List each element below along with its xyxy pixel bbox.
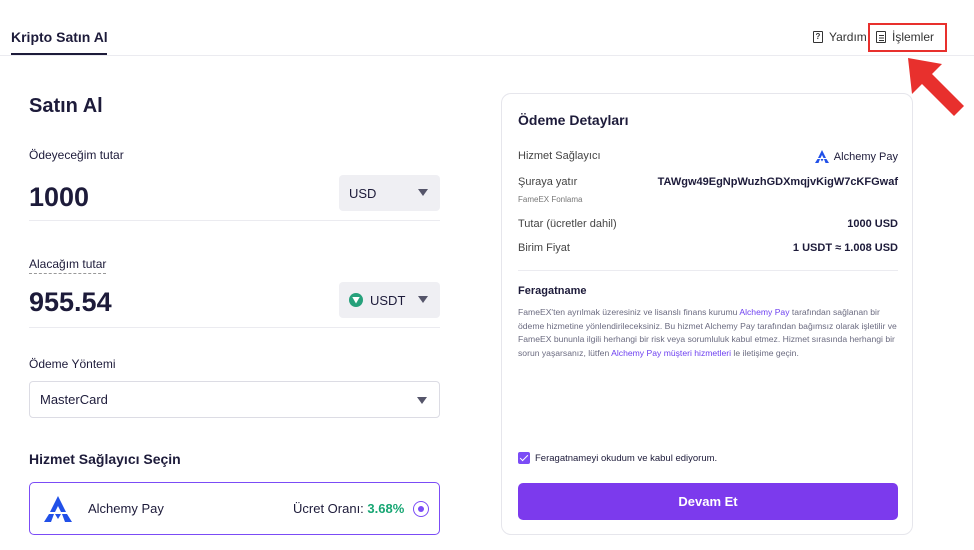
unit-price-value: 1 USDT ≈ 1.008 USD xyxy=(792,242,898,254)
disclaimer-text: FameEX'ten ayrılmak üzeresiniz ve lisans… xyxy=(518,306,900,360)
amount-label: Tutar (ücretler dahil) xyxy=(518,218,617,230)
usdt-icon xyxy=(349,293,363,307)
receive-amount-label: Alacağım tutar xyxy=(29,257,107,274)
payment-method-value: MasterCard xyxy=(40,392,108,407)
fee-value: 3.68% xyxy=(367,501,405,516)
pay-amount-input[interactable]: 1000 xyxy=(29,182,89,213)
active-tab-underline xyxy=(11,53,107,55)
receive-currency-value: USDT xyxy=(370,292,406,308)
customer-service-link[interactable]: Alchemy Pay müşteri hizmetleri xyxy=(611,348,731,358)
provider-name: Alchemy Pay xyxy=(88,501,164,516)
provider-option[interactable]: Alchemy Pay Ücret Oranı: 3.68% xyxy=(29,482,440,535)
provider-label: Hizmet Sağlayıcı xyxy=(518,150,601,162)
provider-value-text: Alchemy Pay xyxy=(833,150,898,163)
agree-checkbox[interactable] xyxy=(518,452,530,464)
help-link[interactable]: ? Yardım xyxy=(813,30,867,44)
deposit-label: Şuraya yatır xyxy=(518,176,578,188)
deposit-address[interactable]: TAWgw49EgNpWuzhGDXmqjvKigW7cKFGwaf xyxy=(658,176,898,188)
unit-price-label: Birim Fiyat xyxy=(518,242,570,254)
receive-amount-value: 955.54 xyxy=(29,287,112,317)
payment-method-label: Ödeme Yöntemi xyxy=(29,357,116,371)
provider-radio[interactable] xyxy=(413,501,429,517)
pay-amount-label: Ödeyeceğim tutar xyxy=(29,148,124,162)
chevron-down-icon xyxy=(417,397,427,404)
payment-details-panel: Ödeme Detayları Hizmet Sağlayıcı Alchemy… xyxy=(501,93,913,535)
continue-button[interactable]: Devam Et xyxy=(518,483,898,520)
top-tab-bar: Kripto Satın Al ? Yardım İşlemler xyxy=(0,0,974,56)
fee-label: Ücret Oranı: xyxy=(293,501,364,516)
divider xyxy=(29,220,440,221)
alchemy-pay-link[interactable]: Alchemy Pay xyxy=(739,307,789,317)
buy-title: Satın Al xyxy=(29,95,103,117)
disclaimer-part3: le iletişime geçin. xyxy=(731,347,799,358)
divider xyxy=(29,327,440,328)
help-icon: ? xyxy=(813,31,823,43)
provider-heading: Hizmet Sağlayıcı Seçin xyxy=(29,451,181,467)
provider-value: Alchemy Pay xyxy=(814,150,898,163)
alchemy-pay-logo-icon xyxy=(814,150,829,163)
deposit-sublabel: FameEX Fonlama xyxy=(518,195,583,204)
highlight-box xyxy=(868,23,947,52)
disclaimer-title: Feragatname xyxy=(518,285,587,297)
disclaimer-part1: FameEX'ten ayrılmak üzeresiniz ve lisans… xyxy=(518,307,740,317)
tab-buy-crypto[interactable]: Kripto Satın Al xyxy=(11,29,108,45)
chevron-down-icon xyxy=(418,189,428,196)
divider xyxy=(518,270,898,271)
chevron-down-icon xyxy=(418,296,428,303)
pay-currency-select[interactable]: USD xyxy=(339,175,440,211)
agree-row[interactable]: Feragatnameyi okudum ve kabul ediyorum. xyxy=(518,452,717,464)
pay-currency-value: USD xyxy=(349,185,377,201)
help-label: Yardım xyxy=(829,30,867,44)
fee-rate: Ücret Oranı: 3.68% xyxy=(293,501,404,516)
payment-method-select[interactable]: MasterCard xyxy=(29,381,440,418)
red-arrow-icon xyxy=(908,58,964,116)
alchemy-pay-logo-icon xyxy=(44,496,72,522)
agree-label: Feragatnameyi okudum ve kabul ediyorum. xyxy=(535,452,718,464)
amount-value: 1000 USD xyxy=(847,218,898,230)
payment-details-title: Ödeme Detayları xyxy=(518,112,629,128)
receive-currency-select[interactable]: USDT xyxy=(339,282,440,318)
